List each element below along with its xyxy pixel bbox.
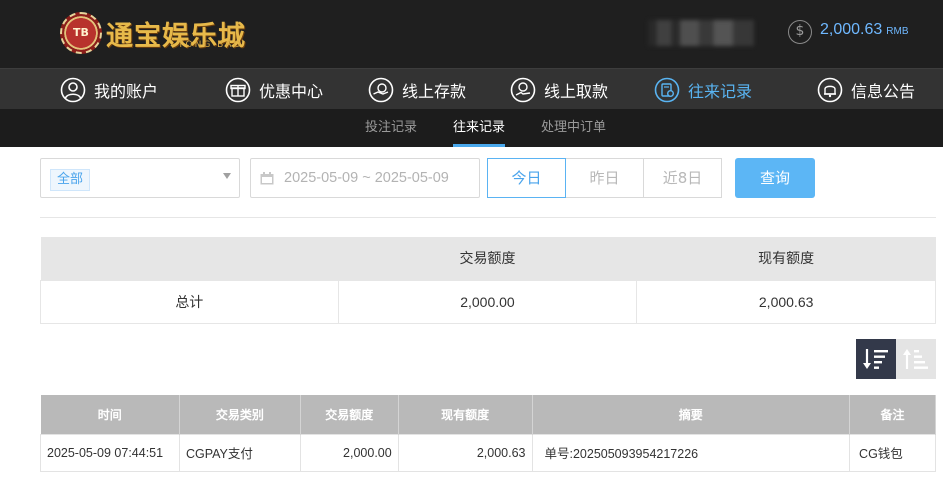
sub-nav: 投注记录 往来记录 处理中订单 [0,109,943,147]
col-header-summary: 摘要 [532,395,851,434]
range-today-button[interactable]: 今日 [487,158,566,198]
range-last-8-days-button[interactable]: 近8日 [643,158,722,198]
col-header-time: 时间 [40,395,180,434]
calendar-icon [260,172,274,185]
cell-type: CGPAY支付 [178,433,301,472]
brand-logo[interactable]: TB 通宝娱乐城 TONG BAO [60,12,250,56]
withdraw-icon [510,77,536,102]
summary-header-balance: 现有额度 [636,237,936,280]
username-obscured [648,20,754,46]
main-nav: 我的账户 优惠中心 线上存款 线上取款 往来记录 信息公告 [0,68,943,109]
selected-type-tag[interactable]: 全部 [50,169,91,191]
nav-item-transaction-records[interactable]: 往来记录 [654,69,752,110]
subnav-transaction-records[interactable]: 往来记录 [453,109,506,147]
summary-total-row: 总计 2,000.00 2,000.63 [40,279,936,324]
subnav-bet-records[interactable]: 投注记录 [365,109,417,147]
col-header-amount: 交易额度 [300,395,399,434]
nav-item-promotions[interactable]: 优惠中心 [225,69,323,110]
top-header: TB 通宝娱乐城 TONG BAO $ 2,000.63 RMB [0,0,943,68]
user-icon [60,77,86,102]
col-header-balance: 现有额度 [398,395,533,434]
sort-desc-button[interactable] [856,339,896,379]
nav-item-online-deposit[interactable]: 线上存款 [368,69,466,110]
nav-item-label: 我的账户 [94,81,159,101]
cell-amount: 2,000.00 [299,433,399,472]
dollar-icon: $ [788,20,812,44]
cell-note: CG钱包 [849,433,936,472]
balance-value: 2,000.63 [820,21,883,38]
summary-total-balance: 2,000.63 [636,279,936,324]
subnav-pending-orders[interactable]: 处理中订单 [541,109,606,147]
date-range-picker[interactable]: 2025-05-09 ~ 2025-05-09 [250,158,480,198]
date-range-value: 2025-05-09 ~ 2025-05-09 [284,170,449,186]
cell-time: 2025-05-09 07:44:51 [40,433,180,472]
cell-balance: 2,000.63 [397,433,533,472]
nav-item-label: 往来记录 [688,81,753,101]
summary-total-amount: 2,000.00 [337,279,638,324]
account-balance: 2,000.63 RMB [820,21,909,39]
col-header-type: 交易类别 [179,395,301,434]
logo-chip-icon: TB [60,12,102,54]
chevron-down-icon [223,173,231,179]
nav-item-online-withdraw[interactable]: 线上取款 [510,69,608,110]
nav-item-label: 线上存款 [402,81,467,101]
nav-item-label: 优惠中心 [259,81,324,101]
balance-currency: RMB [886,26,909,37]
transaction-type-select[interactable]: 全部 [40,158,240,198]
logo-chip-text: TB [73,26,89,39]
bell-icon [817,77,843,102]
nav-item-announcements[interactable]: 信息公告 [817,69,915,110]
filter-divider [40,217,936,218]
sort-asc-icon [903,349,928,369]
summary-table: 交易额度 现有额度 总计 2,000.00 2,000.63 [40,237,936,324]
summary-header-empty [40,237,339,280]
brand-subname: TONG BAO [178,40,243,50]
sort-desc-icon [863,349,888,369]
quick-range-group: 今日 昨日 近8日 [487,158,725,198]
records-icon [654,77,680,102]
nav-item-my-account[interactable]: 我的账户 [60,69,158,110]
records-table: 时间 交易类别 交易额度 现有额度 摘要 备注 2025-05-09 07:44… [40,395,936,472]
cell-summary: 单号:202505093954217226 [531,433,851,472]
nav-item-label: 信息公告 [851,81,916,101]
summary-header-amount: 交易额度 [338,237,637,280]
table-row: 2025-05-09 07:44:51 CGPAY支付 2,000.00 2,0… [40,433,936,472]
records-header-row: 时间 交易类别 交易额度 现有额度 摘要 备注 [40,395,936,434]
deposit-icon [368,77,394,102]
summary-header-row: 交易额度 现有额度 [40,237,936,280]
gift-icon [225,77,251,102]
col-header-note: 备注 [849,395,936,434]
summary-total-label: 总计 [40,279,339,324]
nav-item-label: 线上取款 [544,81,609,101]
query-button[interactable]: 查询 [735,158,815,198]
sort-asc-button[interactable] [896,339,936,379]
range-yesterday-button[interactable]: 昨日 [565,158,644,198]
